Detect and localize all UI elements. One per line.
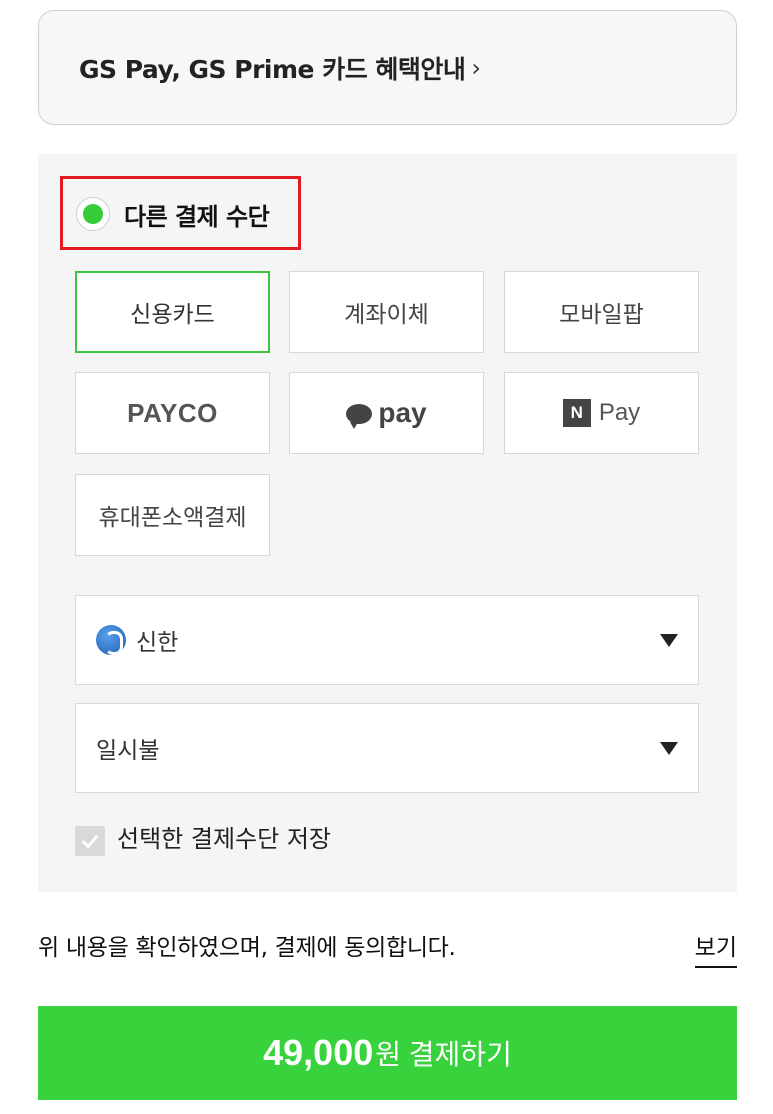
method-credit-card-button[interactable]: 신용카드 [75,271,270,353]
method-phone-payment-button[interactable]: 휴대폰소액결제 [75,474,270,556]
naverpay-logo: N Pay [562,399,641,427]
radio-button[interactable] [76,197,110,231]
speech-bubble-icon [346,404,373,429]
radio-label: 다른 결제 수단 [124,202,270,231]
method-label: 모바일팝 [559,302,644,328]
shinhan-bank-icon [96,625,126,655]
naverpay-text: Pay [598,399,641,426]
installment-select[interactable]: 일시불 [75,703,699,793]
save-method-checkbox-row[interactable]: 선택한 결제수단 저장 [75,816,331,856]
radio-selected-dot [83,204,103,224]
pay-button[interactable]: 49,000 원 결제하기 [38,1006,737,1100]
method-mobile-pop-button[interactable]: 모바일팝 [504,271,699,353]
method-payco-button[interactable]: PAYCO [75,372,270,454]
installment-value: 일시불 [96,738,160,764]
benefit-text: GS Pay, GS Prime 카드 혜택안내 [79,54,466,84]
method-label: 계좌이체 [344,302,429,328]
method-label: 휴대폰소액결제 [98,505,247,531]
method-kakaopay-button[interactable]: pay [289,372,484,454]
kakaopay-logo: pay [346,397,427,429]
payment-page: GS Pay, GS Prime 카드 혜택안내 › 다른 결제 수단 신용카드… [0,0,773,1114]
method-bank-transfer-button[interactable]: 계좌이체 [289,271,484,353]
card-company-value: 신한 [136,630,179,656]
other-payment-radio[interactable]: 다른 결제 수단 [76,194,270,234]
method-naverpay-button[interactable]: N Pay [504,372,699,454]
payco-logo: PAYCO [127,397,218,428]
payment-method-panel: 다른 결제 수단 신용카드 계좌이체 모바일팝 PAYCO pay N Pay [38,154,737,892]
save-method-checkbox[interactable] [75,826,105,856]
checkmark-icon [81,834,99,849]
chevron-right-icon: › [471,53,482,82]
card-benefit-banner[interactable]: GS Pay, GS Prime 카드 혜택안내 › [38,10,737,125]
agreement-text: 위 내용을 확인하였으며, 결제에 동의합니다. [38,935,456,961]
dropdown-arrow-icon [660,634,678,647]
dropdown-arrow-icon [660,742,678,755]
kakaopay-text: pay [378,397,427,428]
save-method-label: 선택한 결제수단 저장 [117,824,331,853]
method-label: 신용카드 [130,302,215,328]
pay-amount: 49,000 [263,1032,374,1073]
view-terms-link[interactable]: 보기 [694,928,737,968]
pay-text: 원 결제하기 [375,1039,512,1070]
naver-n-icon: N [562,399,591,427]
card-company-select[interactable]: 신한 [75,595,699,685]
